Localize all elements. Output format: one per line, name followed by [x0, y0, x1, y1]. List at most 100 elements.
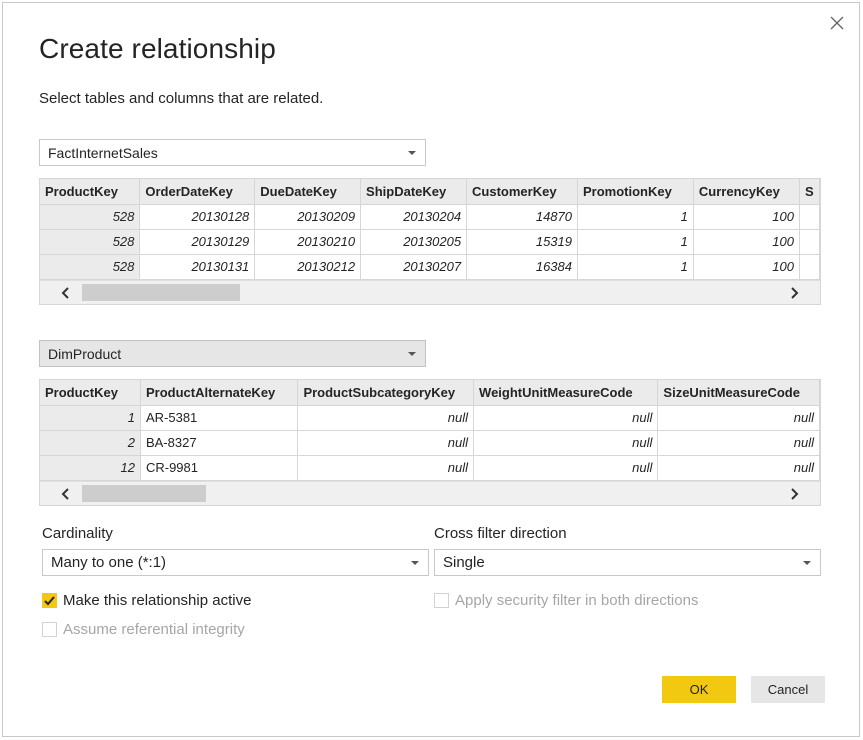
- ok-button[interactable]: OK: [662, 676, 736, 703]
- referential-integrity-label: Assume referential integrity: [63, 621, 245, 638]
- table-cell: 100: [693, 229, 800, 255]
- security-filter-option: Apply security filter in both directions: [434, 592, 698, 609]
- chevron-down-icon: [408, 151, 416, 155]
- table2-preview: ProductKey ProductAlternateKey ProductSu…: [39, 379, 821, 506]
- column-header[interactable]: SizeUnitMeasureCode: [657, 380, 820, 406]
- scroll-left-button[interactable]: [58, 486, 74, 502]
- table2-select-value: DimProduct: [48, 346, 122, 362]
- security-filter-label: Apply security filter in both directions: [455, 592, 699, 609]
- column-header[interactable]: WeightUnitMeasureCode: [473, 380, 659, 406]
- column-header[interactable]: ProductSubcategoryKey: [297, 380, 475, 406]
- table2-header-row: ProductKey ProductAlternateKey ProductSu…: [40, 380, 820, 406]
- scrollbar-thumb[interactable]: [82, 484, 206, 502]
- table-cell: AR-5381: [140, 405, 299, 431]
- chevron-right-icon: [791, 487, 799, 500]
- table-cell: 20130210: [254, 229, 362, 255]
- table-cell: 528: [40, 229, 141, 255]
- chevron-left-icon: [61, 487, 69, 500]
- column-header[interactable]: CurrencyKey: [693, 179, 800, 205]
- active-relationship-option[interactable]: Make this relationship active: [42, 592, 251, 609]
- column-header[interactable]: ProductKey: [40, 380, 141, 406]
- chevron-left-icon: [61, 286, 69, 299]
- table-cell: 1: [577, 204, 694, 230]
- table-cell: 528: [40, 204, 141, 230]
- table-row: 528 20130131 20130212 20130207 16384 1 1…: [40, 254, 820, 280]
- table-cell: 20130131: [139, 254, 256, 280]
- table-cell: 20130207: [360, 254, 468, 280]
- table-cell: null: [297, 455, 475, 481]
- table-cell: 14870: [466, 204, 578, 230]
- table2-horizontal-scrollbar[interactable]: [40, 480, 820, 505]
- scroll-right-button[interactable]: [786, 285, 802, 301]
- checkmark-icon: [44, 596, 55, 606]
- scroll-left-button[interactable]: [58, 285, 74, 301]
- table-row: 2 BA-8327 null null null: [40, 430, 820, 456]
- chevron-down-icon: [408, 352, 416, 356]
- chevron-down-icon: [411, 561, 419, 565]
- cancel-button[interactable]: Cancel: [751, 676, 825, 703]
- table-cell: [799, 254, 820, 280]
- table-cell: 2: [40, 430, 141, 456]
- active-relationship-label: Make this relationship active: [63, 592, 252, 609]
- referential-integrity-option: Assume referential integrity: [42, 621, 245, 638]
- cross-filter-label: Cross filter direction: [434, 525, 567, 542]
- dialog-subtitle: Select tables and columns that are relat…: [39, 90, 324, 107]
- active-relationship-checkbox[interactable]: [42, 593, 57, 608]
- table-cell: 20130212: [254, 254, 362, 280]
- table2-grid: ProductKey ProductAlternateKey ProductSu…: [40, 380, 820, 481]
- table-cell: 1: [577, 254, 694, 280]
- create-relationship-dialog: Create relationship Select tables and co…: [2, 2, 860, 737]
- cardinality-value: Many to one (*:1): [51, 554, 167, 571]
- scroll-right-button[interactable]: [786, 486, 802, 502]
- close-button[interactable]: [827, 13, 847, 33]
- table-cell: CR-9981: [140, 455, 299, 481]
- table-cell: 15319: [466, 229, 578, 255]
- column-header[interactable]: DueDateKey: [254, 179, 362, 205]
- table1-grid: ProductKey OrderDateKey DueDateKey ShipD…: [40, 179, 820, 280]
- table-row: 1 AR-5381 null null null: [40, 405, 820, 431]
- scrollbar-thumb[interactable]: [82, 283, 240, 301]
- column-header[interactable]: CustomerKey: [466, 179, 578, 205]
- table1-header-row: ProductKey OrderDateKey DueDateKey ShipD…: [40, 179, 820, 205]
- table-cell: null: [297, 430, 475, 456]
- cardinality-select[interactable]: Many to one (*:1): [42, 549, 429, 576]
- cross-filter-value: Single: [443, 554, 485, 571]
- table-cell: [799, 229, 820, 255]
- column-header[interactable]: ShipDateKey: [360, 179, 468, 205]
- chevron-right-icon: [791, 286, 799, 299]
- table1-horizontal-scrollbar[interactable]: [40, 279, 820, 304]
- chevron-down-icon: [803, 561, 811, 565]
- table-cell: null: [473, 405, 659, 431]
- table-row: 528 20130129 20130210 20130205 15319 1 1…: [40, 229, 820, 255]
- table-row: 528 20130128 20130209 20130204 14870 1 1…: [40, 204, 820, 230]
- table-row: 12 CR-9981 null null null: [40, 455, 820, 481]
- table2-select[interactable]: DimProduct: [39, 340, 426, 367]
- table-cell: 12: [40, 455, 141, 481]
- table-cell: 1: [40, 405, 141, 431]
- table-cell: 20130205: [360, 229, 468, 255]
- table1-select-value: FactInternetSales: [48, 145, 158, 161]
- column-header[interactable]: ProductKey: [40, 179, 141, 205]
- close-icon: [830, 16, 844, 30]
- table-cell: null: [473, 455, 659, 481]
- table-cell: 20130128: [139, 204, 256, 230]
- column-header[interactable]: ProductAlternateKey: [140, 380, 299, 406]
- referential-integrity-checkbox: [42, 622, 57, 637]
- table-cell: null: [657, 430, 820, 456]
- table-cell: null: [657, 405, 820, 431]
- table-cell: 1: [577, 229, 694, 255]
- table-cell: null: [657, 455, 820, 481]
- column-header[interactable]: PromotionKey: [577, 179, 694, 205]
- table-cell: BA-8327: [140, 430, 299, 456]
- column-header[interactable]: S: [799, 179, 820, 205]
- column-header[interactable]: OrderDateKey: [139, 179, 256, 205]
- table-cell: null: [473, 430, 659, 456]
- dialog-title: Create relationship: [39, 33, 276, 64]
- table1-select[interactable]: FactInternetSales: [39, 139, 426, 166]
- table-cell: [799, 204, 820, 230]
- security-filter-checkbox: [434, 593, 449, 608]
- table-cell: 16384: [466, 254, 578, 280]
- table-cell: 100: [693, 254, 800, 280]
- table-cell: null: [297, 405, 475, 431]
- cross-filter-select[interactable]: Single: [434, 549, 821, 576]
